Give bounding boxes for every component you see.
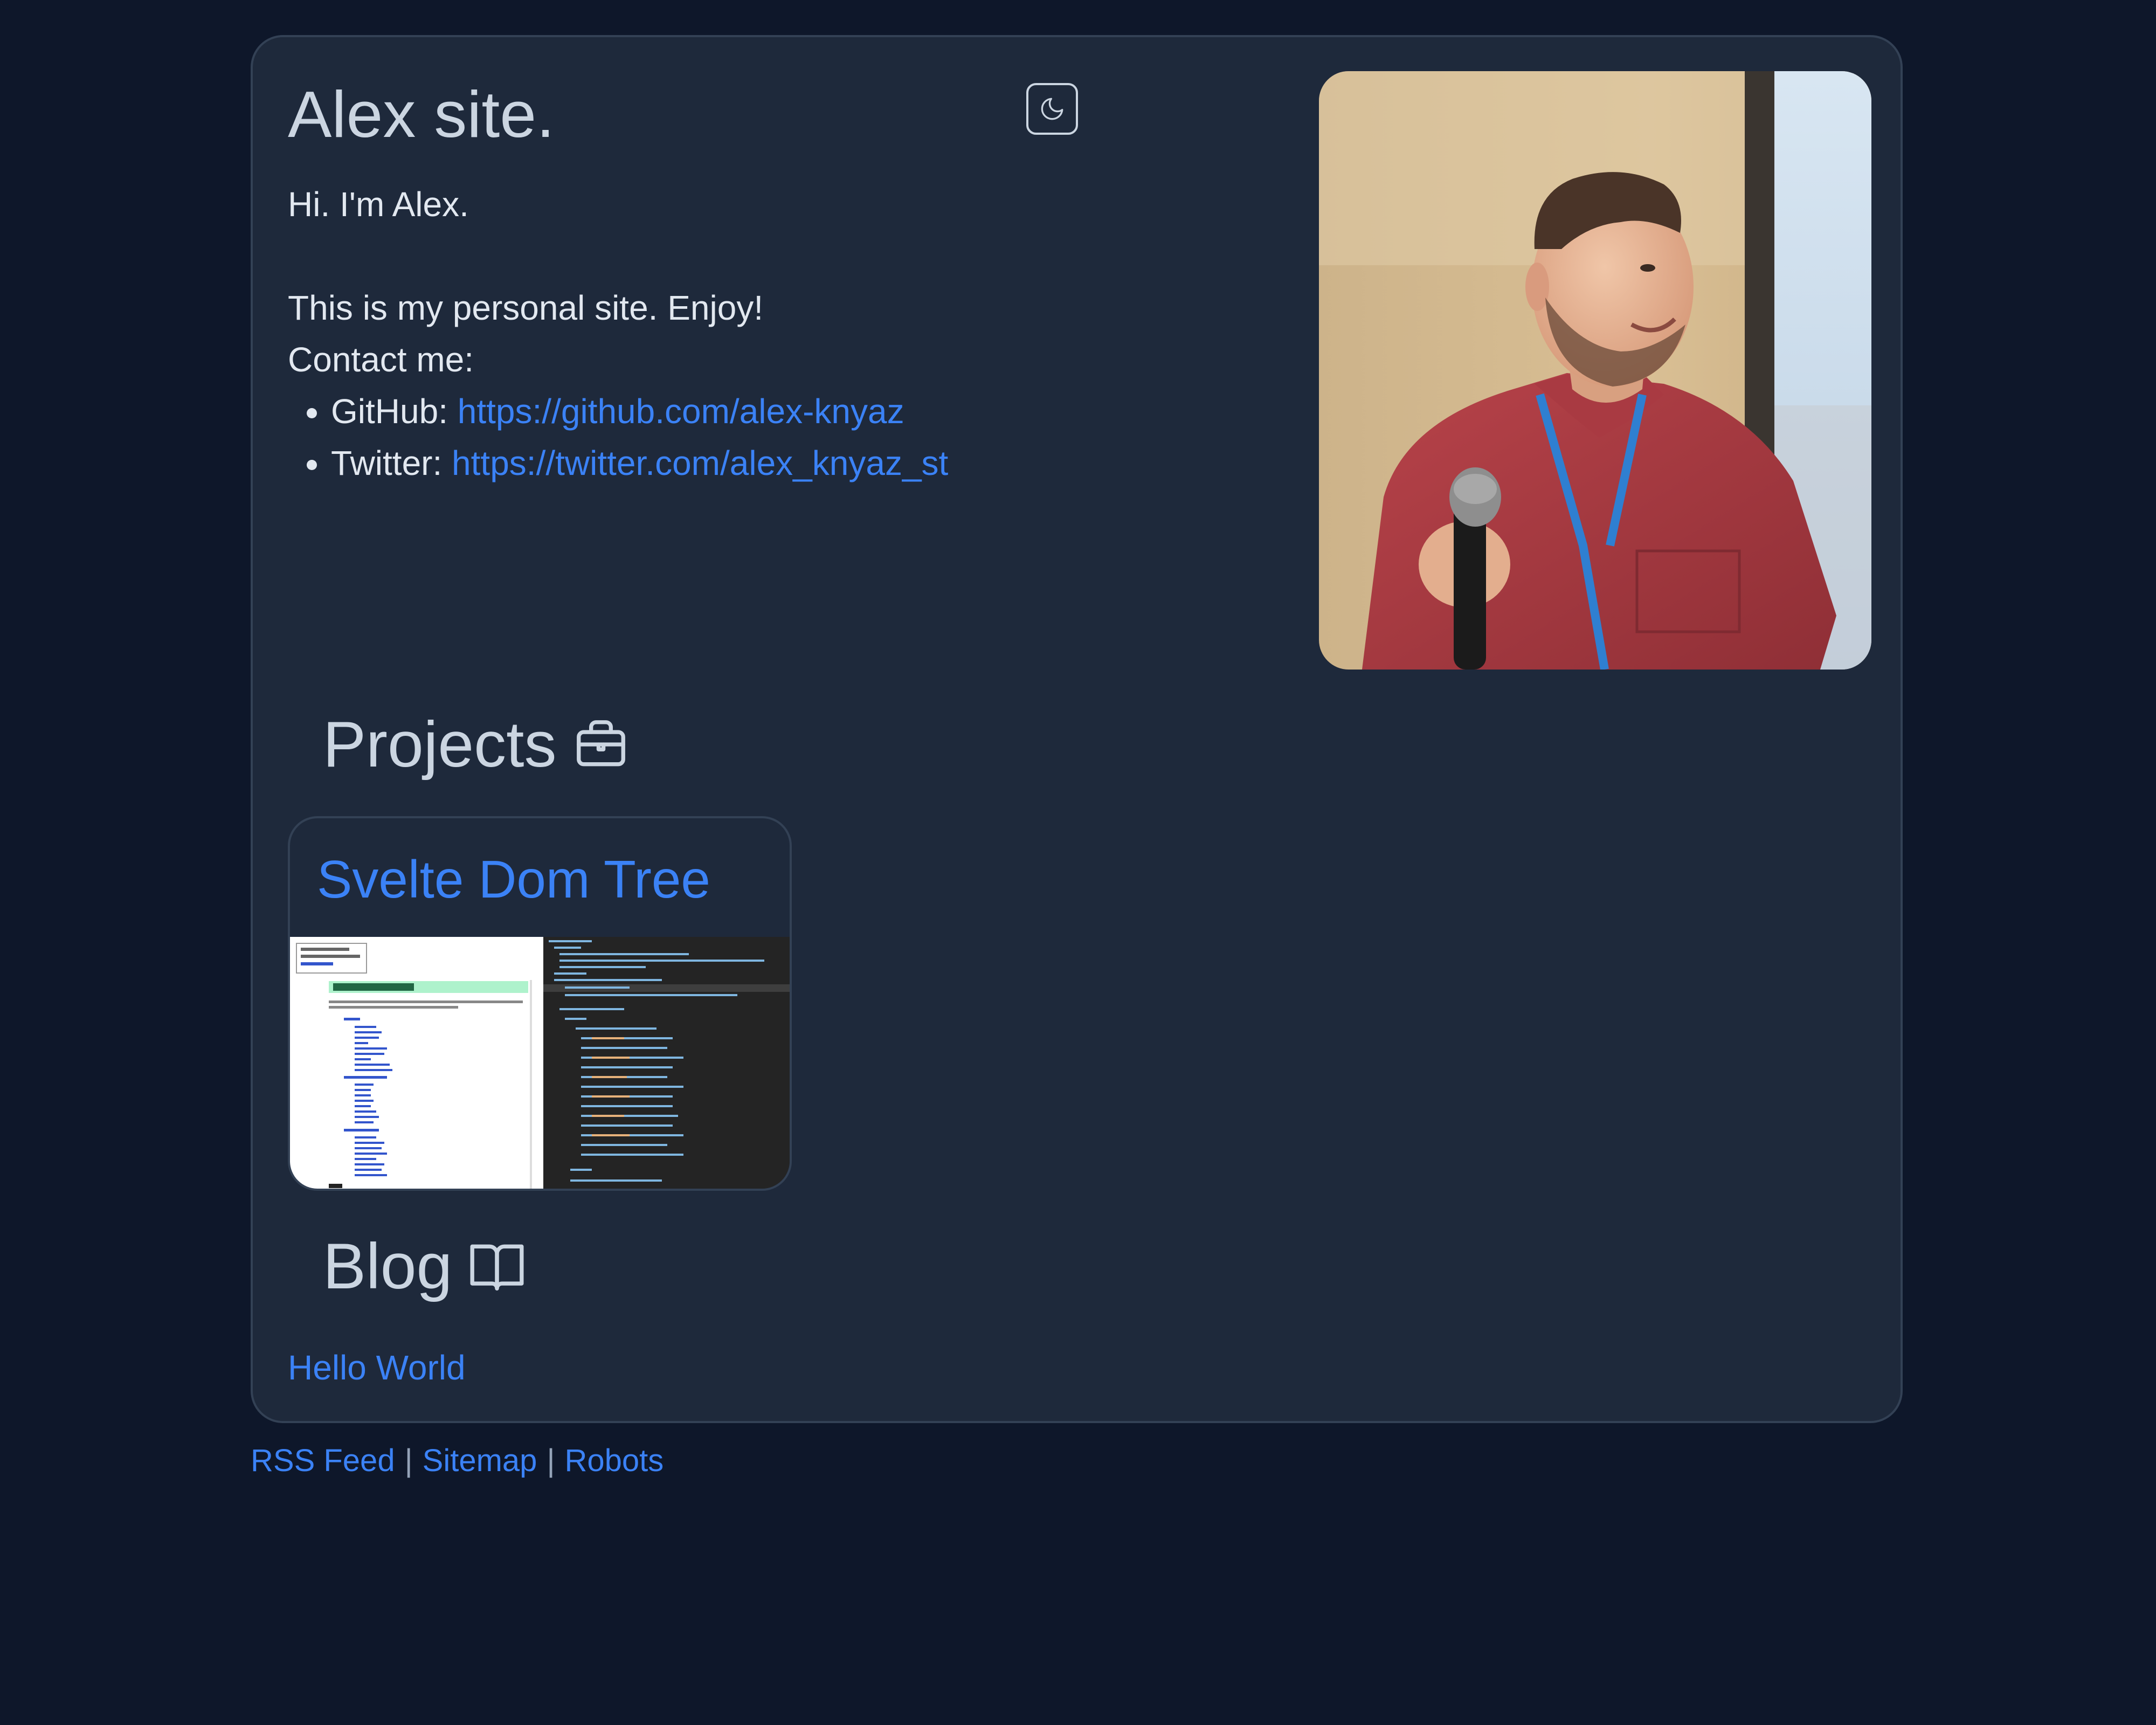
footer-separator: | [404, 1443, 413, 1478]
contact-github: GitHub: https://github.com/alex-knyaz [331, 385, 1258, 437]
contact-github-label: GitHub: [331, 392, 448, 431]
moon-icon [1041, 98, 1063, 120]
contact-twitter: Twitter: https://twitter.com/alex_knyaz_… [331, 437, 1258, 489]
contact-twitter-label: Twitter: [331, 444, 443, 482]
briefcase-icon [577, 720, 626, 767]
profile-photo [1319, 71, 1871, 670]
footer-separator: | [547, 1443, 555, 1478]
main-card: Alex site. Hi. I'm Alex. This is my pers… [251, 35, 1903, 1423]
projects-heading: Projects [323, 712, 631, 777]
blog-post-link[interactable]: Hello World [288, 1347, 466, 1389]
project-thumbnail [290, 937, 790, 1189]
rss-feed-link[interactable]: RSS Feed [251, 1443, 395, 1478]
contact-label: Contact me: [288, 340, 474, 379]
robots-link[interactable]: Robots [565, 1443, 664, 1478]
sitemap-link[interactable]: Sitemap [423, 1443, 537, 1478]
contact-list: GitHub: https://github.com/alex-knyaz Tw… [288, 385, 1258, 489]
site-title: Alex site. [288, 78, 555, 151]
blog-heading-text: Blog [323, 1230, 453, 1302]
github-link[interactable]: https://github.com/alex-knyaz [458, 392, 904, 431]
twitter-link[interactable]: https://twitter.com/alex_knyaz_st [452, 444, 948, 482]
project-card[interactable]: Svelte Dom Tree [288, 816, 792, 1191]
intro: Hi. I'm Alex. This is my personal site. … [288, 178, 1258, 489]
book-open-icon [470, 1244, 524, 1291]
greeting: Hi. I'm Alex. [288, 185, 469, 224]
projects-heading-text: Projects [323, 708, 557, 781]
project-title-link[interactable]: Svelte Dom Tree [317, 850, 710, 909]
footer: RSS Feed | Sitemap | Robots [251, 1442, 664, 1480]
blog-heading: Blog [323, 1234, 527, 1299]
tagline: This is my personal site. Enjoy! [288, 288, 764, 327]
theme-toggle-button[interactable] [1026, 83, 1078, 135]
